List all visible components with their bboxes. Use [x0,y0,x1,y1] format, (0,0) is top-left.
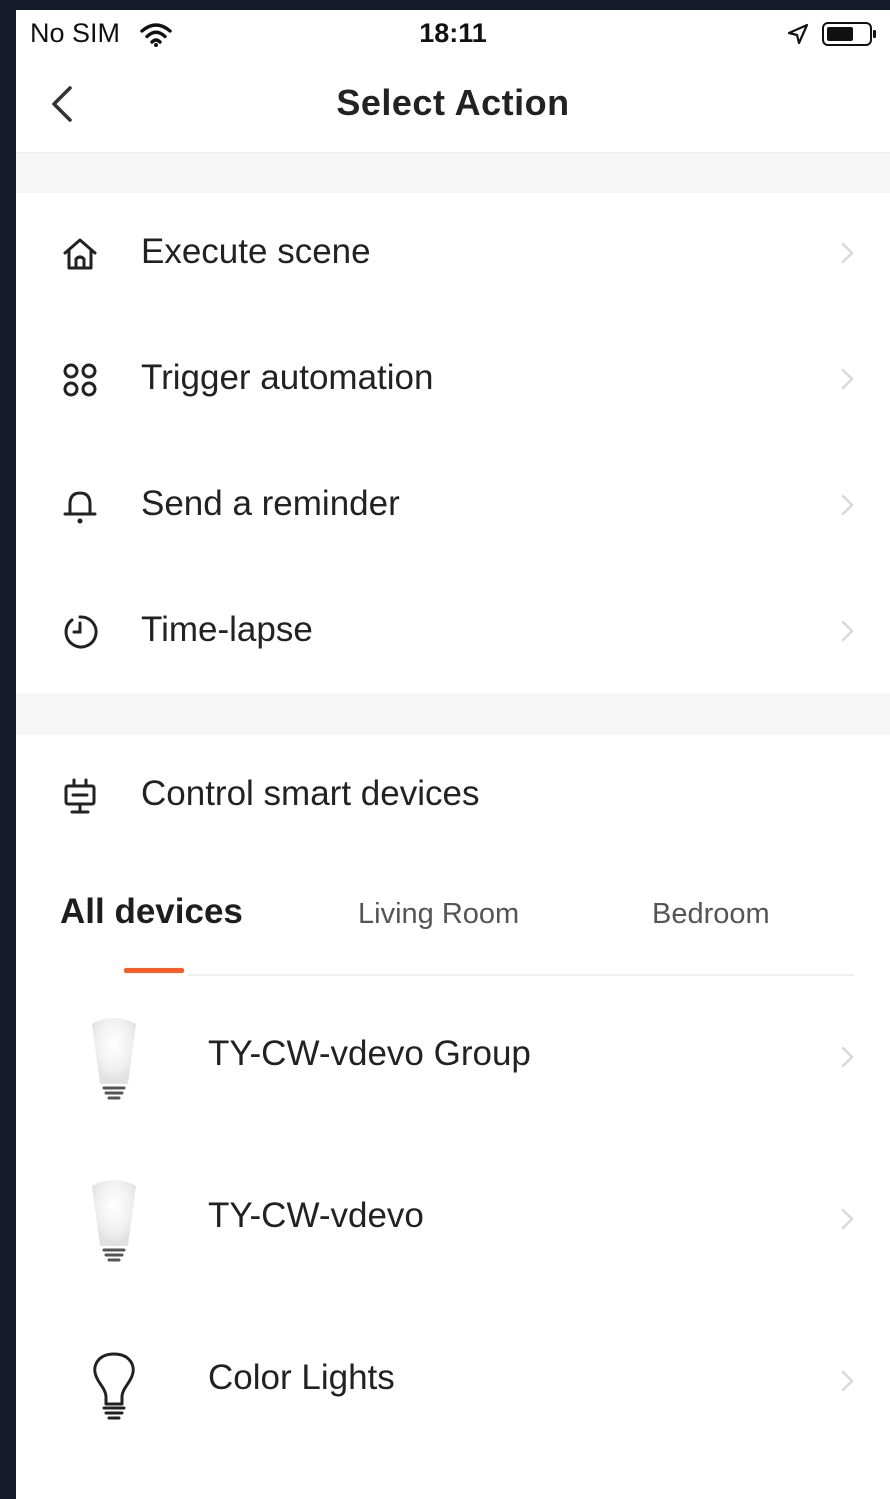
action-menu-list: Execute scene Trigger automation Send a … [16,188,890,692]
tab-all-devices[interactable]: All devices [60,892,243,932]
clock-time: 18:11 [419,18,487,48]
battery-icon [822,22,876,46]
device-item-color-lights[interactable]: Color Lights [16,1300,890,1462]
chevron-right-icon [841,620,854,642]
timer-icon [64,615,98,649]
tab-living-room[interactable]: Living Room [358,898,519,931]
phone-screen: No SIM 18:11 Select Action Execute scene… [16,10,890,1499]
menu-item-label: Time-lapse [141,610,313,649]
status-bar: No SIM 18:11 [16,10,890,58]
chevron-right-icon [841,1370,854,1392]
menu-item-label: Send a reminder [141,484,400,523]
chevron-right-icon [841,1208,854,1230]
automation-icon [63,363,97,397]
location-arrow-icon [787,23,809,45]
device-list: TY-CW-vdevo Group TY-CW-vdevo Color Ligh… [16,976,890,1462]
bulb-glow-icon [92,1018,136,1100]
device-plug-icon [64,778,96,814]
home-icon [63,238,97,270]
chevron-right-icon [841,368,854,390]
chevron-right-icon [841,242,854,264]
bulb-outline-icon [93,1352,135,1420]
room-tabs: All devices Living Room Bedroom [16,880,890,976]
menu-item-execute-scene[interactable]: Execute scene [16,188,890,314]
chevron-right-icon [841,1046,854,1068]
menu-item-trigger-automation[interactable]: Trigger automation [16,314,890,440]
menu-item-send-reminder[interactable]: Send a reminder [16,440,890,566]
section-divider [16,693,890,735]
section-divider [16,153,890,193]
bell-icon [63,491,97,524]
device-name: TY-CW-vdevo [208,1196,424,1235]
device-item-tw-cw-vdevo-group[interactable]: TY-CW-vdevo Group [16,976,890,1138]
menu-item-time-lapse[interactable]: Time-lapse [16,566,890,692]
control-smart-devices-label: Control smart devices [141,774,480,813]
device-name: TY-CW-vdevo Group [208,1034,531,1073]
chevron-right-icon [841,494,854,516]
page-title: Select Action [336,82,570,123]
navigation-bar: Select Action [16,58,890,153]
active-tab-indicator [124,968,184,973]
menu-item-label: Trigger automation [141,358,434,397]
tab-bedroom[interactable]: Bedroom [652,898,770,931]
device-item-tw-cw-vdevo[interactable]: TY-CW-vdevo [16,1138,890,1300]
bulb-glow-icon [92,1180,136,1262]
control-smart-devices-header: Control smart devices [16,738,890,848]
menu-item-label: Execute scene [141,232,371,271]
device-name: Color Lights [208,1358,395,1397]
